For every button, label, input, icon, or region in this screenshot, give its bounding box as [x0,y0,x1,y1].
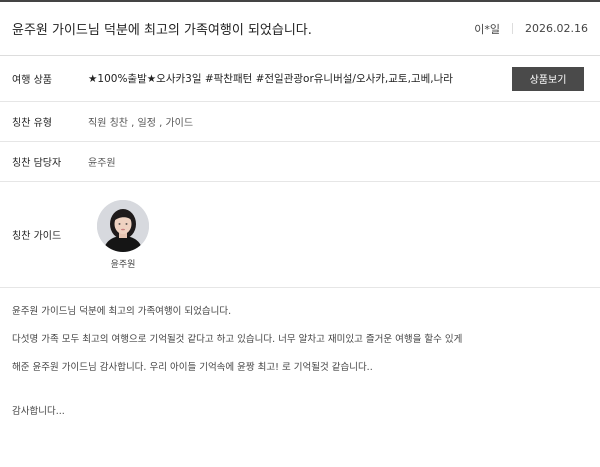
product-value: ★100%출발★오사카3일 #팍찬패턴 #전일관광or유니버설/오사카,교토,고… [88,73,453,85]
meta-divider [512,23,514,34]
guide-avatar [97,199,149,252]
review-date: 2026.02.16 [525,22,588,35]
praise-type-label: 칭찬 유형 [12,118,52,129]
product-label: 여행 상품 [12,75,52,86]
review-author: 이*일 [474,22,501,36]
review-header: 윤주원 가이드님 덕분에 최고의 가족여행이 되었습니다. 이*일 2026.0… [0,2,600,56]
review-body: 윤주원 가이드님 덕분에 최고의 가족여행이 되었습니다. 다섯명 가족 모두 … [0,288,600,420]
body-paragraph: 감사합니다... [12,406,65,417]
guide-photo-icon [97,199,149,252]
body-paragraph: 윤주원 가이드님 덕분에 최고의 가족여행이 되었습니다. [12,306,232,317]
guide-label: 칭찬 가이드 [12,231,62,242]
view-product-button[interactable]: 상품보기 [512,66,584,91]
guide-name: 윤주원 [110,259,136,270]
staff-value: 윤주원 [88,158,116,169]
staff-label: 칭찬 담당자 [12,158,62,169]
body-paragraph: 다섯명 가족 모두 최고의 여행으로 기억될것 같다고 하고 있습니다. 너무 … [12,334,463,345]
body-paragraph: 해준 윤주원 가이드님 감사합니다. 우리 아이들 기억속에 윤짱 최고! 로 … [12,362,373,373]
review-meta: 이*일 2026.02.16 [474,21,588,37]
guide-card: 윤주원 [94,199,152,270]
info-row-product: 여행 상품 ★100%출발★오사카3일 #팍찬패턴 #전일관광or유니버설/오사… [0,56,600,102]
review-detail: 윤주원 가이드님 덕분에 최고의 가족여행이 되었습니다. 이*일 2026.0… [0,0,600,467]
info-row-guide: 칭찬 가이드 윤주원 [0,182,600,288]
review-title: 윤주원 가이드님 덕분에 최고의 가족여행이 되었습니다. [12,23,312,38]
info-row-staff: 칭찬 담당자 윤주원 [0,142,600,182]
praise-type-value: 직원 칭찬 , 일정 , 가이드 [88,118,194,129]
info-row-praise-type: 칭찬 유형 직원 칭찬 , 일정 , 가이드 [0,102,600,142]
